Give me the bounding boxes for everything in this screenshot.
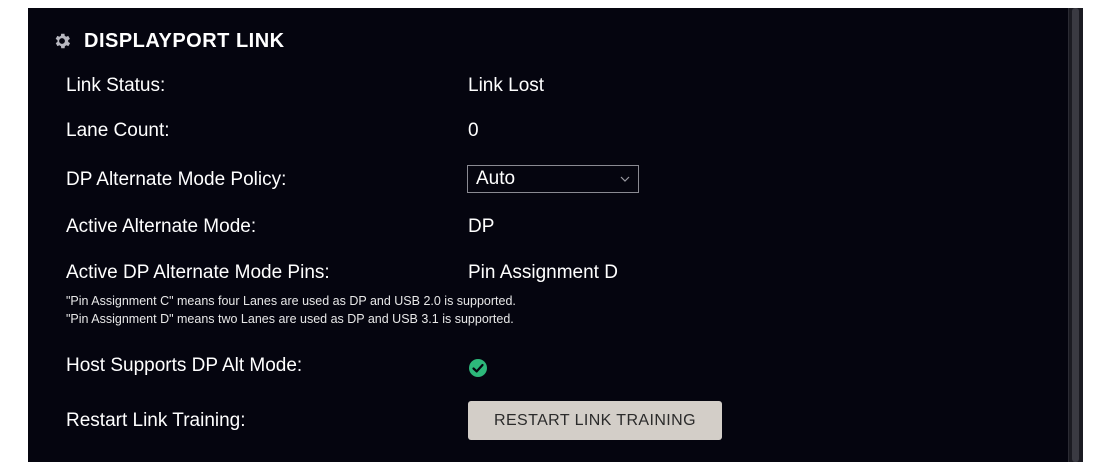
active-pins-value: Pin Assignment D [468, 262, 618, 283]
lane-count-label: Lane Count: [66, 120, 170, 141]
active-alt-mode-label: Active Alternate Mode: [66, 216, 257, 237]
link-status-value: Link Lost [468, 75, 545, 96]
scrollbar[interactable] [1068, 8, 1083, 462]
active-pins-label: Active DP Alternate Mode Pins: [66, 262, 330, 283]
lane-count-value: 0 [468, 120, 479, 141]
scrollbar-thumb[interactable] [1072, 8, 1079, 462]
chevron-down-icon [620, 176, 630, 182]
restart-link-training-button[interactable]: RESTART LINK TRAINING [468, 401, 722, 440]
gear-icon [55, 33, 71, 49]
link-status-label: Link Status: [66, 75, 166, 96]
section-title: DISPLAYPORT LINK [84, 29, 285, 52]
alt-mode-policy-label: DP Alternate Mode Policy: [66, 169, 287, 190]
section-header: DISPLAYPORT LINK [52, 28, 285, 54]
alt-mode-policy-select[interactable]: Auto [467, 165, 639, 193]
pin-d-note: "Pin Assignment D" means two Lanes are u… [66, 312, 514, 326]
host-supports-label: Host Supports DP Alt Mode: [66, 355, 303, 376]
pin-c-note: "Pin Assignment C" means four Lanes are … [66, 294, 516, 308]
restart-label: Restart Link Training: [66, 410, 246, 431]
active-alt-mode-value: DP [468, 216, 495, 237]
alt-mode-policy-selected: Auto [476, 168, 516, 189]
check-circle-icon [469, 359, 487, 377]
